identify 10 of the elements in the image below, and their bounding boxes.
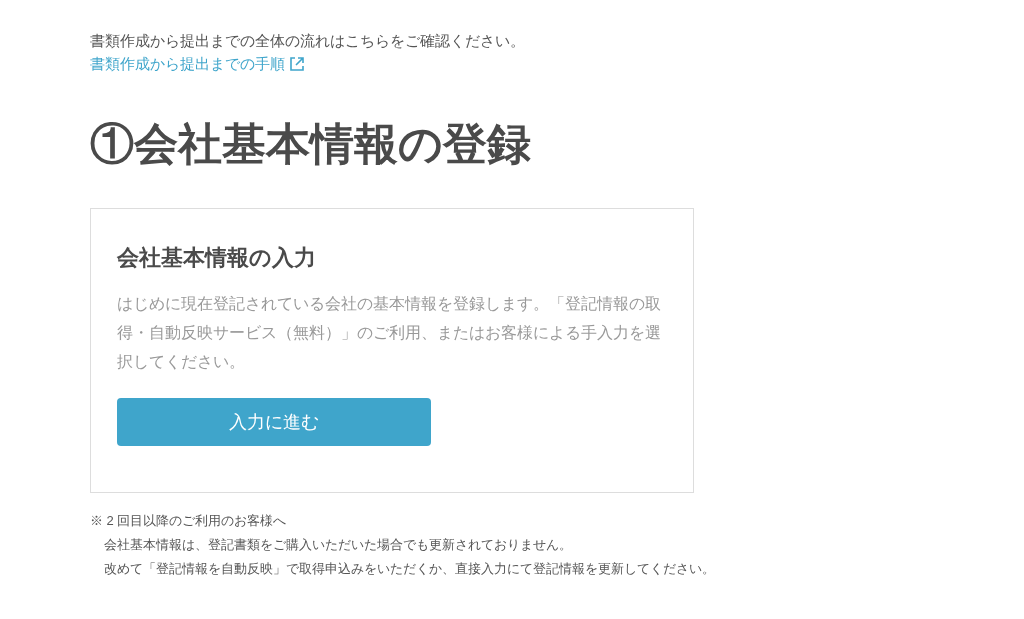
proceed-button[interactable]: 入力に進む (117, 398, 431, 446)
note-text: 改めて「登記情報を自動反映」で取得申込みをいただくか、直接入力にて登記情報を更新してください。 (103, 560, 716, 578)
intro-text: 書類作成から提出までの全体の流れはこちらをご確認ください。 (90, 31, 526, 51)
note-text: 会社基本情報は、登記書類をご購入いただいた場合でも更新されておりません。 (103, 536, 573, 554)
card-description: はじめに現在登記されている会社の基本情報を登録します。「登記情報の取得・自動反映サービス（無料）」のご利用、またはお客様による手入力を選択してください。 (117, 294, 662, 372)
page-heading: ①会社基本情報の登録 (90, 118, 532, 170)
card-title: 会社基本情報の入力 (117, 244, 317, 272)
note-text: ※ 2 回目以降のご利用のお客様へ (90, 512, 288, 530)
external-link-icon (289, 56, 305, 72)
procedure-link[interactable]: 書類作成から提出までの手順 (90, 53, 305, 75)
